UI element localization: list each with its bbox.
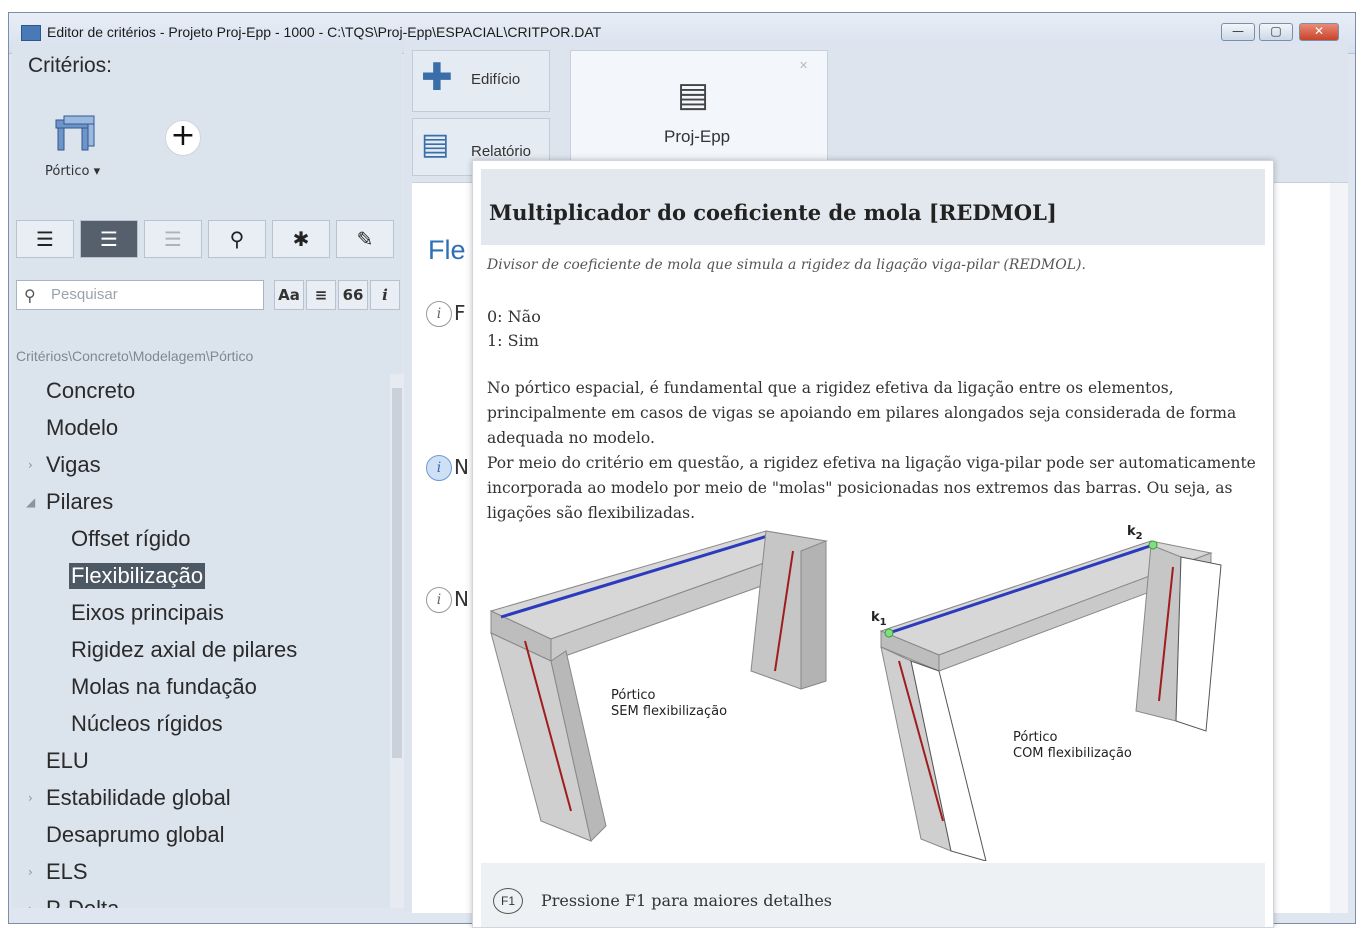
tree-item-eixos-principais[interactable]: Eixos principais: [71, 600, 224, 626]
criterion-label: F: [454, 301, 466, 325]
criteria-tree: Concreto Modelo › Vigas ◢ Pilares Offset…: [16, 374, 388, 908]
info-icon[interactable]: i: [426, 301, 452, 327]
wrench-icon[interactable]: ⚲: [208, 220, 266, 258]
portico-dropdown[interactable]: Pórtico ▾: [45, 164, 100, 179]
criteria-panel: Critérios: Pórtico ▾ + ☰ ☰ ☰ ⚲ ✱ ✎ Pesqu…: [12, 44, 404, 908]
add-criteria-button[interactable]: +: [165, 120, 201, 156]
description-paragraph-1: No pórtico espacial, é fundamental que a…: [487, 379, 1237, 447]
content-heading: Fle: [428, 235, 466, 265]
fig-right-label-2: COM flexibilização: [1013, 746, 1132, 761]
tooltip-header: Multiplicador do coeficiente de mola [RE…: [481, 169, 1265, 245]
tree-item-estabilidade-global[interactable]: Estabilidade global: [46, 785, 231, 811]
fig-left-label-2: SEM flexibilização: [611, 704, 727, 719]
tooltip-footer: F1 Pressione F1 para maiores detalhes: [481, 863, 1265, 927]
tree-item-pilares[interactable]: Pilares: [46, 489, 113, 515]
expand-arrow-icon[interactable]: ›: [28, 902, 33, 908]
app-icon: [21, 25, 41, 41]
pencil-icon[interactable]: ✎: [336, 220, 394, 258]
expand-arrow-icon[interactable]: ›: [28, 458, 33, 472]
portico-com-flex-drawing: [879, 540, 1222, 861]
tree-item-concreto[interactable]: Concreto: [46, 378, 135, 404]
tooltip-title: Multiplicador do coeficiente de mola [RE…: [489, 200, 1057, 225]
option-0: 0: Não: [487, 307, 541, 326]
collapse-arrow-icon[interactable]: ◢: [26, 495, 35, 509]
match-whole-button[interactable]: ≡: [306, 280, 336, 310]
fig-right-label-1: Pórtico: [1013, 730, 1058, 745]
f1-key-icon: F1: [493, 888, 523, 914]
tree-item-molas-fundacao[interactable]: Molas na fundação: [71, 674, 257, 700]
expand-arrow-icon[interactable]: ›: [28, 865, 33, 879]
option-1: 1: Sim: [487, 331, 539, 350]
match-quote-button[interactable]: 66: [338, 280, 368, 310]
fig-left-label-1: Pórtico: [611, 688, 656, 703]
criterion-label: N: [454, 587, 469, 611]
close-button[interactable]: ✕: [1299, 23, 1339, 41]
portico-flexibilization-figure: Pórtico SEM flexibilização k1 k2 Pórtico…: [489, 524, 1222, 861]
tree-item-vigas[interactable]: Vigas: [46, 452, 101, 478]
search-input[interactable]: Pesquisar: [16, 280, 264, 310]
tooltip-subtitle: Divisor de coeficiente de mola que simul…: [487, 257, 1086, 273]
breadcrumb: Critérios\Concreto\Modelagem\Pórtico: [16, 348, 254, 364]
description-paragraph-2: Por meio do critério em questão, a rigid…: [487, 454, 1256, 522]
criteria-title: Critérios:: [28, 54, 113, 77]
building-icon: ▤: [677, 75, 710, 115]
help-tooltip: Multiplicador do coeficiente de mola [RE…: [472, 160, 1274, 928]
spring-k1-label: k1: [871, 610, 887, 628]
plus-outline-icon: ✚: [421, 55, 453, 99]
tree-item-rigidez-axial[interactable]: Rigidez axial de pilares: [71, 637, 297, 663]
window-title: Editor de critérios - Projeto Proj-Epp -…: [47, 24, 602, 40]
report-icon: ▤: [421, 127, 450, 162]
edificio-label: Edifício: [471, 71, 521, 88]
view-toolbar: ☰ ☰ ☰ ⚲ ✱ ✎: [16, 220, 400, 260]
expand-arrow-icon[interactable]: ›: [28, 791, 33, 805]
tree-item-desaprumo-global[interactable]: Desaprumo global: [46, 822, 225, 848]
edificio-button[interactable]: ✚ Edifício: [412, 50, 550, 112]
project-card[interactable]: ▤ Proj-Epp ✕: [570, 50, 828, 162]
tree-item-elu[interactable]: ELU: [46, 748, 89, 774]
list-icon[interactable]: ☰: [16, 220, 74, 258]
match-case-button[interactable]: Aa: [274, 280, 304, 310]
search-icon: ⚲: [24, 286, 36, 305]
content-scrollbar[interactable]: [1330, 183, 1348, 913]
tree-item-modelo[interactable]: Modelo: [46, 415, 118, 441]
relatorio-label: Relatório: [471, 143, 532, 160]
minimize-button[interactable]: —: [1221, 23, 1255, 41]
tree-item-flexibilizacao[interactable]: Flexibilização: [69, 563, 206, 589]
asterisk-icon[interactable]: ✱: [272, 220, 330, 258]
criterion-label: N: [454, 455, 469, 479]
tree-item-offset-rigido[interactable]: Offset rígido: [71, 526, 190, 552]
maximize-button[interactable]: ▢: [1259, 23, 1293, 41]
footer-hint: Pressione F1 para maiores detalhes: [541, 891, 832, 910]
list-disabled-icon[interactable]: ☰: [144, 220, 202, 258]
portico-icon[interactable]: [54, 114, 98, 154]
tree-item-p-delta[interactable]: P-Delta: [46, 896, 119, 908]
info-icon[interactable]: i: [426, 587, 452, 613]
list-expanded-icon[interactable]: ☰: [80, 220, 138, 258]
info-filter-button[interactable]: i: [370, 280, 400, 310]
info-icon[interactable]: i: [426, 455, 452, 481]
tree-item-els[interactable]: ELS: [46, 859, 88, 885]
spring-k2-label: k2: [1127, 524, 1143, 542]
tree-item-nucleos-rigidos[interactable]: Núcleos rígidos: [71, 711, 223, 737]
close-icon[interactable]: ✕: [799, 59, 808, 72]
project-label: Proj-Epp: [664, 127, 731, 146]
scroll-thumb[interactable]: [392, 388, 402, 758]
portico-sem-flex-drawing: [489, 530, 828, 842]
tree-scrollbar[interactable]: [390, 374, 404, 908]
